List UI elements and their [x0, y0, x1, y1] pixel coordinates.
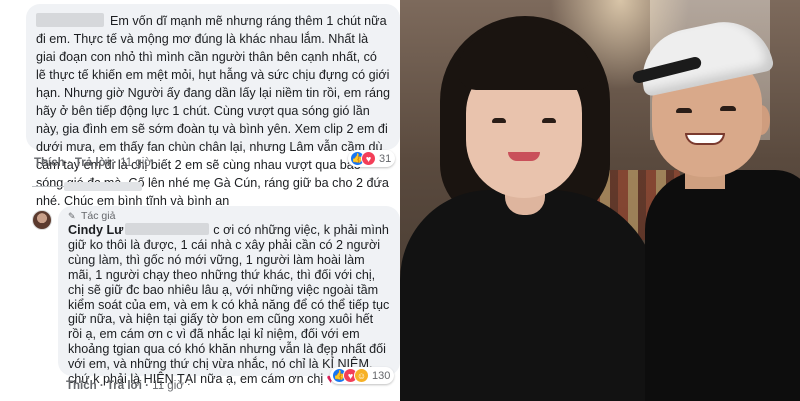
reaction-count: 130	[372, 369, 391, 382]
comment-actions: Thích · Trả lời · 11 giờ	[34, 157, 152, 169]
woman-left-eye	[492, 118, 506, 123]
author-badge-label: Tác giả	[81, 210, 116, 222]
author-badge: ✎ Tác giả	[68, 210, 390, 222]
comment-bubble: Em vốn dĩ mạnh mẽ nhưng ráng thêm 1 chút…	[26, 4, 400, 208]
love-icon: ♥	[361, 151, 376, 166]
man-right-eye	[720, 106, 736, 111]
reaction-count: 31	[379, 152, 392, 165]
reply-bubble: ✎ Tác giả Cindy Lư c ơi có những việc, k …	[58, 206, 400, 386]
reply-reactions[interactable]: 👍 ♥ ☺ 130	[330, 367, 395, 384]
redacted-text	[125, 223, 210, 235]
comment-timestamp[interactable]: 11 giờ	[120, 157, 152, 169]
reply-timestamp[interactable]: 11 giờ	[152, 380, 184, 392]
man-smile	[685, 133, 725, 145]
redacted-commenter-name	[36, 13, 104, 27]
like-button[interactable]: Thích	[66, 380, 97, 392]
reply-button[interactable]: Trả lời	[75, 157, 110, 169]
comment-reactions[interactable]: 👍 ♥ 31	[348, 150, 396, 167]
couple-photo	[400, 0, 800, 401]
reply-actions: Thích · Trả lời · 11 giờ	[66, 380, 184, 392]
author-badge-icon: ✎	[68, 211, 76, 221]
man-left-eye	[676, 108, 692, 113]
reply-button[interactable]: Trả lời	[107, 380, 142, 392]
woman-shirt	[400, 190, 660, 401]
reply-text: c ơi có những việc, k phải mình giữ ko t…	[68, 223, 390, 387]
redacted-replies-link[interactable]	[64, 182, 142, 191]
comments-panel: Em vốn dĩ mạnh mẽ nhưng ráng thêm 1 chút…	[0, 0, 400, 401]
woman-bangs	[458, 30, 590, 90]
reply-author-name[interactable]: Cindy Lư	[68, 223, 123, 237]
like-button[interactable]: Thích	[34, 157, 65, 169]
author-avatar[interactable]	[32, 210, 52, 230]
woman-lips	[508, 152, 540, 161]
man-shirt	[645, 170, 800, 401]
care-icon: ☺	[354, 368, 369, 383]
comment-text: Em vốn dĩ mạnh mẽ nhưng ráng thêm 1 chút…	[36, 14, 391, 208]
woman-right-eye	[542, 118, 556, 123]
thread-divider	[32, 186, 66, 187]
